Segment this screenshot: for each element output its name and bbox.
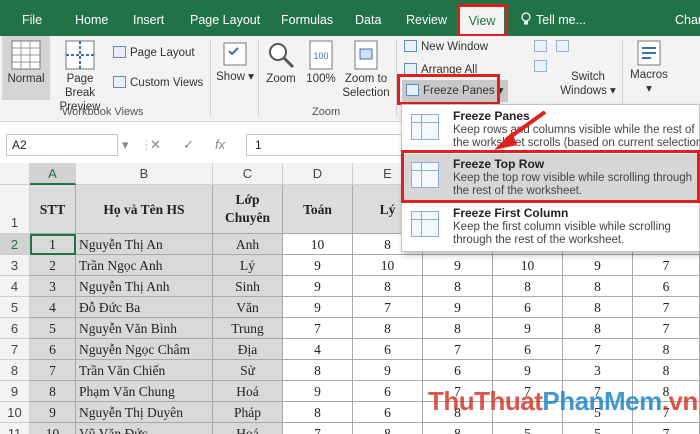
red-arrow-annotation: [494, 110, 547, 150]
watermark-logo: ThuThuatPhanMem.vn: [428, 386, 698, 416]
